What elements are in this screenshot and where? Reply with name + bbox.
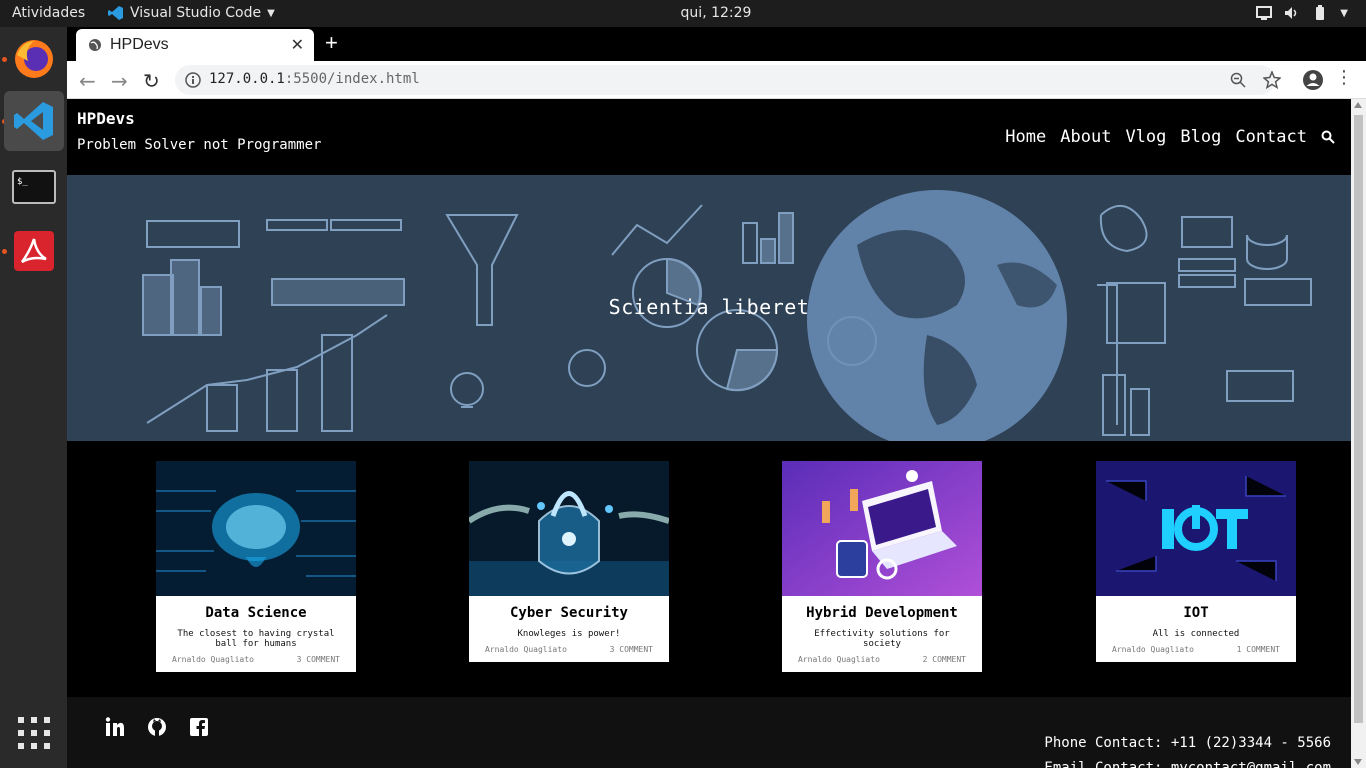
card-meta: Arnaldo Quagliato 3 COMMENT <box>469 639 669 662</box>
nav-vlog[interactable]: Vlog <box>1125 127 1166 147</box>
scroll-up-icon[interactable] <box>1354 102 1362 108</box>
card-comments[interactable]: 1 COMMENT <box>1237 645 1280 654</box>
tab-strip: HPDevs ✕ + <box>67 27 1366 61</box>
card-meta: Arnaldo Quagliato 3 COMMENT <box>156 649 356 672</box>
display-icon <box>1256 6 1273 20</box>
chevron-down-icon: ▼ <box>1340 7 1348 19</box>
new-tab-button[interactable]: + <box>325 30 338 56</box>
search-icon[interactable] <box>1321 130 1335 144</box>
card-meta: Arnaldo Quagliato 2 COMMENT <box>782 649 982 672</box>
laptop-developers-image <box>782 461 982 596</box>
terminal-icon: $_ <box>12 170 56 204</box>
card-comments[interactable]: 3 COMMENT <box>610 645 653 654</box>
email-contact[interactable]: Email Contact: mycontact@gmail.com <box>1044 756 1331 768</box>
clock[interactable]: qui, 12:29 <box>0 5 1366 21</box>
card-data-science[interactable]: Data Science The closest to having cryst… <box>156 461 356 672</box>
show-applications-button[interactable] <box>4 703 64 763</box>
bookmark-star-icon[interactable] <box>1263 71 1281 89</box>
card-title: Data Science <box>205 605 307 621</box>
firefox-icon <box>15 40 53 78</box>
page-viewport: HPDevs Problem Solver not Programmer Hom… <box>67 99 1351 768</box>
app-grid-icon <box>18 717 50 749</box>
iot-power-image <box>1096 461 1296 596</box>
card-description: Effectivity solutions for society <box>814 629 950 649</box>
site-footer: Phone Contact: +11 (22)3344 - 5566 Email… <box>67 697 1351 768</box>
card-title: Hybrid Development <box>806 605 958 621</box>
browser-window: HPDevs ✕ + ← → ↻ 127.0.0.1:5500/index.ht… <box>67 27 1366 768</box>
menu-kebab-icon[interactable]: ⋮ <box>1335 67 1353 88</box>
system-top-bar: Atividades Visual Studio Code ▼ qui, 12:… <box>0 0 1366 27</box>
profile-avatar-icon[interactable] <box>1302 69 1324 91</box>
card-author[interactable]: Arnaldo Quagliato <box>485 645 567 654</box>
nav-blog[interactable]: Blog <box>1180 127 1221 147</box>
card-author[interactable]: Arnaldo Quagliato <box>1112 645 1194 654</box>
zoom-out-icon[interactable] <box>1230 72 1246 88</box>
address-bar[interactable]: 127.0.0.1:5500/index.html <box>175 65 1281 95</box>
card-image <box>1096 461 1296 596</box>
volume-icon <box>1285 7 1297 19</box>
dock-firefox[interactable] <box>4 29 64 89</box>
social-links <box>105 717 209 737</box>
forward-icon[interactable]: → <box>111 69 133 93</box>
card-author[interactable]: Arnaldo Quagliato <box>172 655 254 664</box>
dock-pdf-reader[interactable] <box>4 221 64 281</box>
url-host: 127.0.0.1 <box>209 71 285 87</box>
scrollbar-thumb[interactable] <box>1354 115 1363 723</box>
info-icon <box>185 72 201 88</box>
card-comments[interactable]: 2 COMMENT <box>923 655 966 664</box>
card-meta: Arnaldo Quagliato 1 COMMENT <box>1096 639 1296 662</box>
card-title: Cyber Security <box>509 605 628 621</box>
padlock-shield-image <box>469 461 669 596</box>
scroll-down-icon[interactable] <box>1354 759 1362 765</box>
back-icon[interactable]: ← <box>79 69 101 93</box>
nav-contact[interactable]: Contact <box>1235 127 1307 147</box>
url-text: 127.0.0.1:5500/index.html <box>209 71 420 87</box>
contact-info: Phone Contact: +11 (22)3344 - 5566 Email… <box>1044 731 1331 768</box>
facebook-icon[interactable] <box>189 717 209 737</box>
system-tray[interactable]: ▼ <box>1256 5 1348 21</box>
linkedin-icon[interactable] <box>105 717 125 737</box>
site-brand[interactable]: HPDevs <box>77 109 135 128</box>
globe-icon <box>89 39 101 51</box>
dock-vscode[interactable] <box>4 91 64 151</box>
pdf-icon <box>14 231 54 271</box>
nav-home[interactable]: Home <box>1005 127 1046 147</box>
hero-title: Scientia liberet <box>608 295 810 319</box>
brain-circuit-image <box>156 461 356 596</box>
tab-title: HPDevs <box>110 36 169 53</box>
card-title: IOT <box>1183 605 1209 621</box>
hero-banner: Scientia liberet <box>67 175 1351 441</box>
card-description: All is connected <box>1152 629 1240 639</box>
card-author[interactable]: Arnaldo Quagliato <box>798 655 880 664</box>
github-icon[interactable] <box>147 717 167 737</box>
page-scrollbar[interactable] <box>1351 99 1366 768</box>
url-path: :5500/index.html <box>284 71 420 87</box>
tab-hpdevs[interactable]: HPDevs ✕ <box>76 29 314 61</box>
dock: $_ <box>0 27 67 768</box>
card-image <box>156 461 356 596</box>
card-description: The closest to having crystal ball for h… <box>177 629 335 649</box>
reload-icon[interactable]: ↻ <box>143 69 165 93</box>
card-section: Data Science The closest to having cryst… <box>67 441 1351 697</box>
card-image <box>782 461 982 596</box>
card-cyber-security[interactable]: Cyber Security Knowleges is power! Arnal… <box>469 461 669 662</box>
card-hybrid-development[interactable]: Hybrid Development Effectivity solutions… <box>782 461 982 672</box>
card-iot[interactable]: IOT All is connected Arnaldo Quagliato 1… <box>1096 461 1296 662</box>
nav-about[interactable]: About <box>1060 127 1111 147</box>
card-description: Knowleges is power! <box>517 629 621 639</box>
close-icon[interactable]: ✕ <box>291 35 304 55</box>
site-nav: Home About Vlog Blog Contact <box>1005 127 1335 147</box>
browser-toolbar: ← → ↻ 127.0.0.1:5500/index.html ⋮ <box>67 61 1366 99</box>
phone-contact: Phone Contact: +11 (22)3344 - 5566 <box>1044 735 1331 751</box>
battery-icon <box>1316 5 1325 20</box>
card-comments[interactable]: 3 COMMENT <box>297 655 340 664</box>
svg-text:$_: $_ <box>17 177 28 187</box>
card-image <box>469 461 669 596</box>
site-header: HPDevs Problem Solver not Programmer Hom… <box>67 99 1351 175</box>
site-tagline: Problem Solver not Programmer <box>77 137 322 153</box>
dock-terminal[interactable]: $_ <box>4 157 64 217</box>
vscode-icon <box>14 102 53 140</box>
